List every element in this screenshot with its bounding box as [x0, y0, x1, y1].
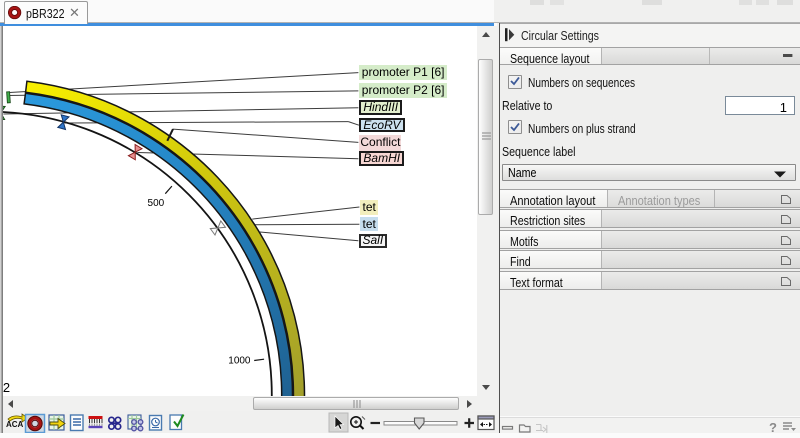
svg-text:500: 500	[147, 198, 164, 209]
svg-text:2: 2	[3, 380, 10, 395]
svg-text:ACA: ACA	[6, 420, 24, 429]
svg-text:1000: 1000	[228, 355, 251, 366]
